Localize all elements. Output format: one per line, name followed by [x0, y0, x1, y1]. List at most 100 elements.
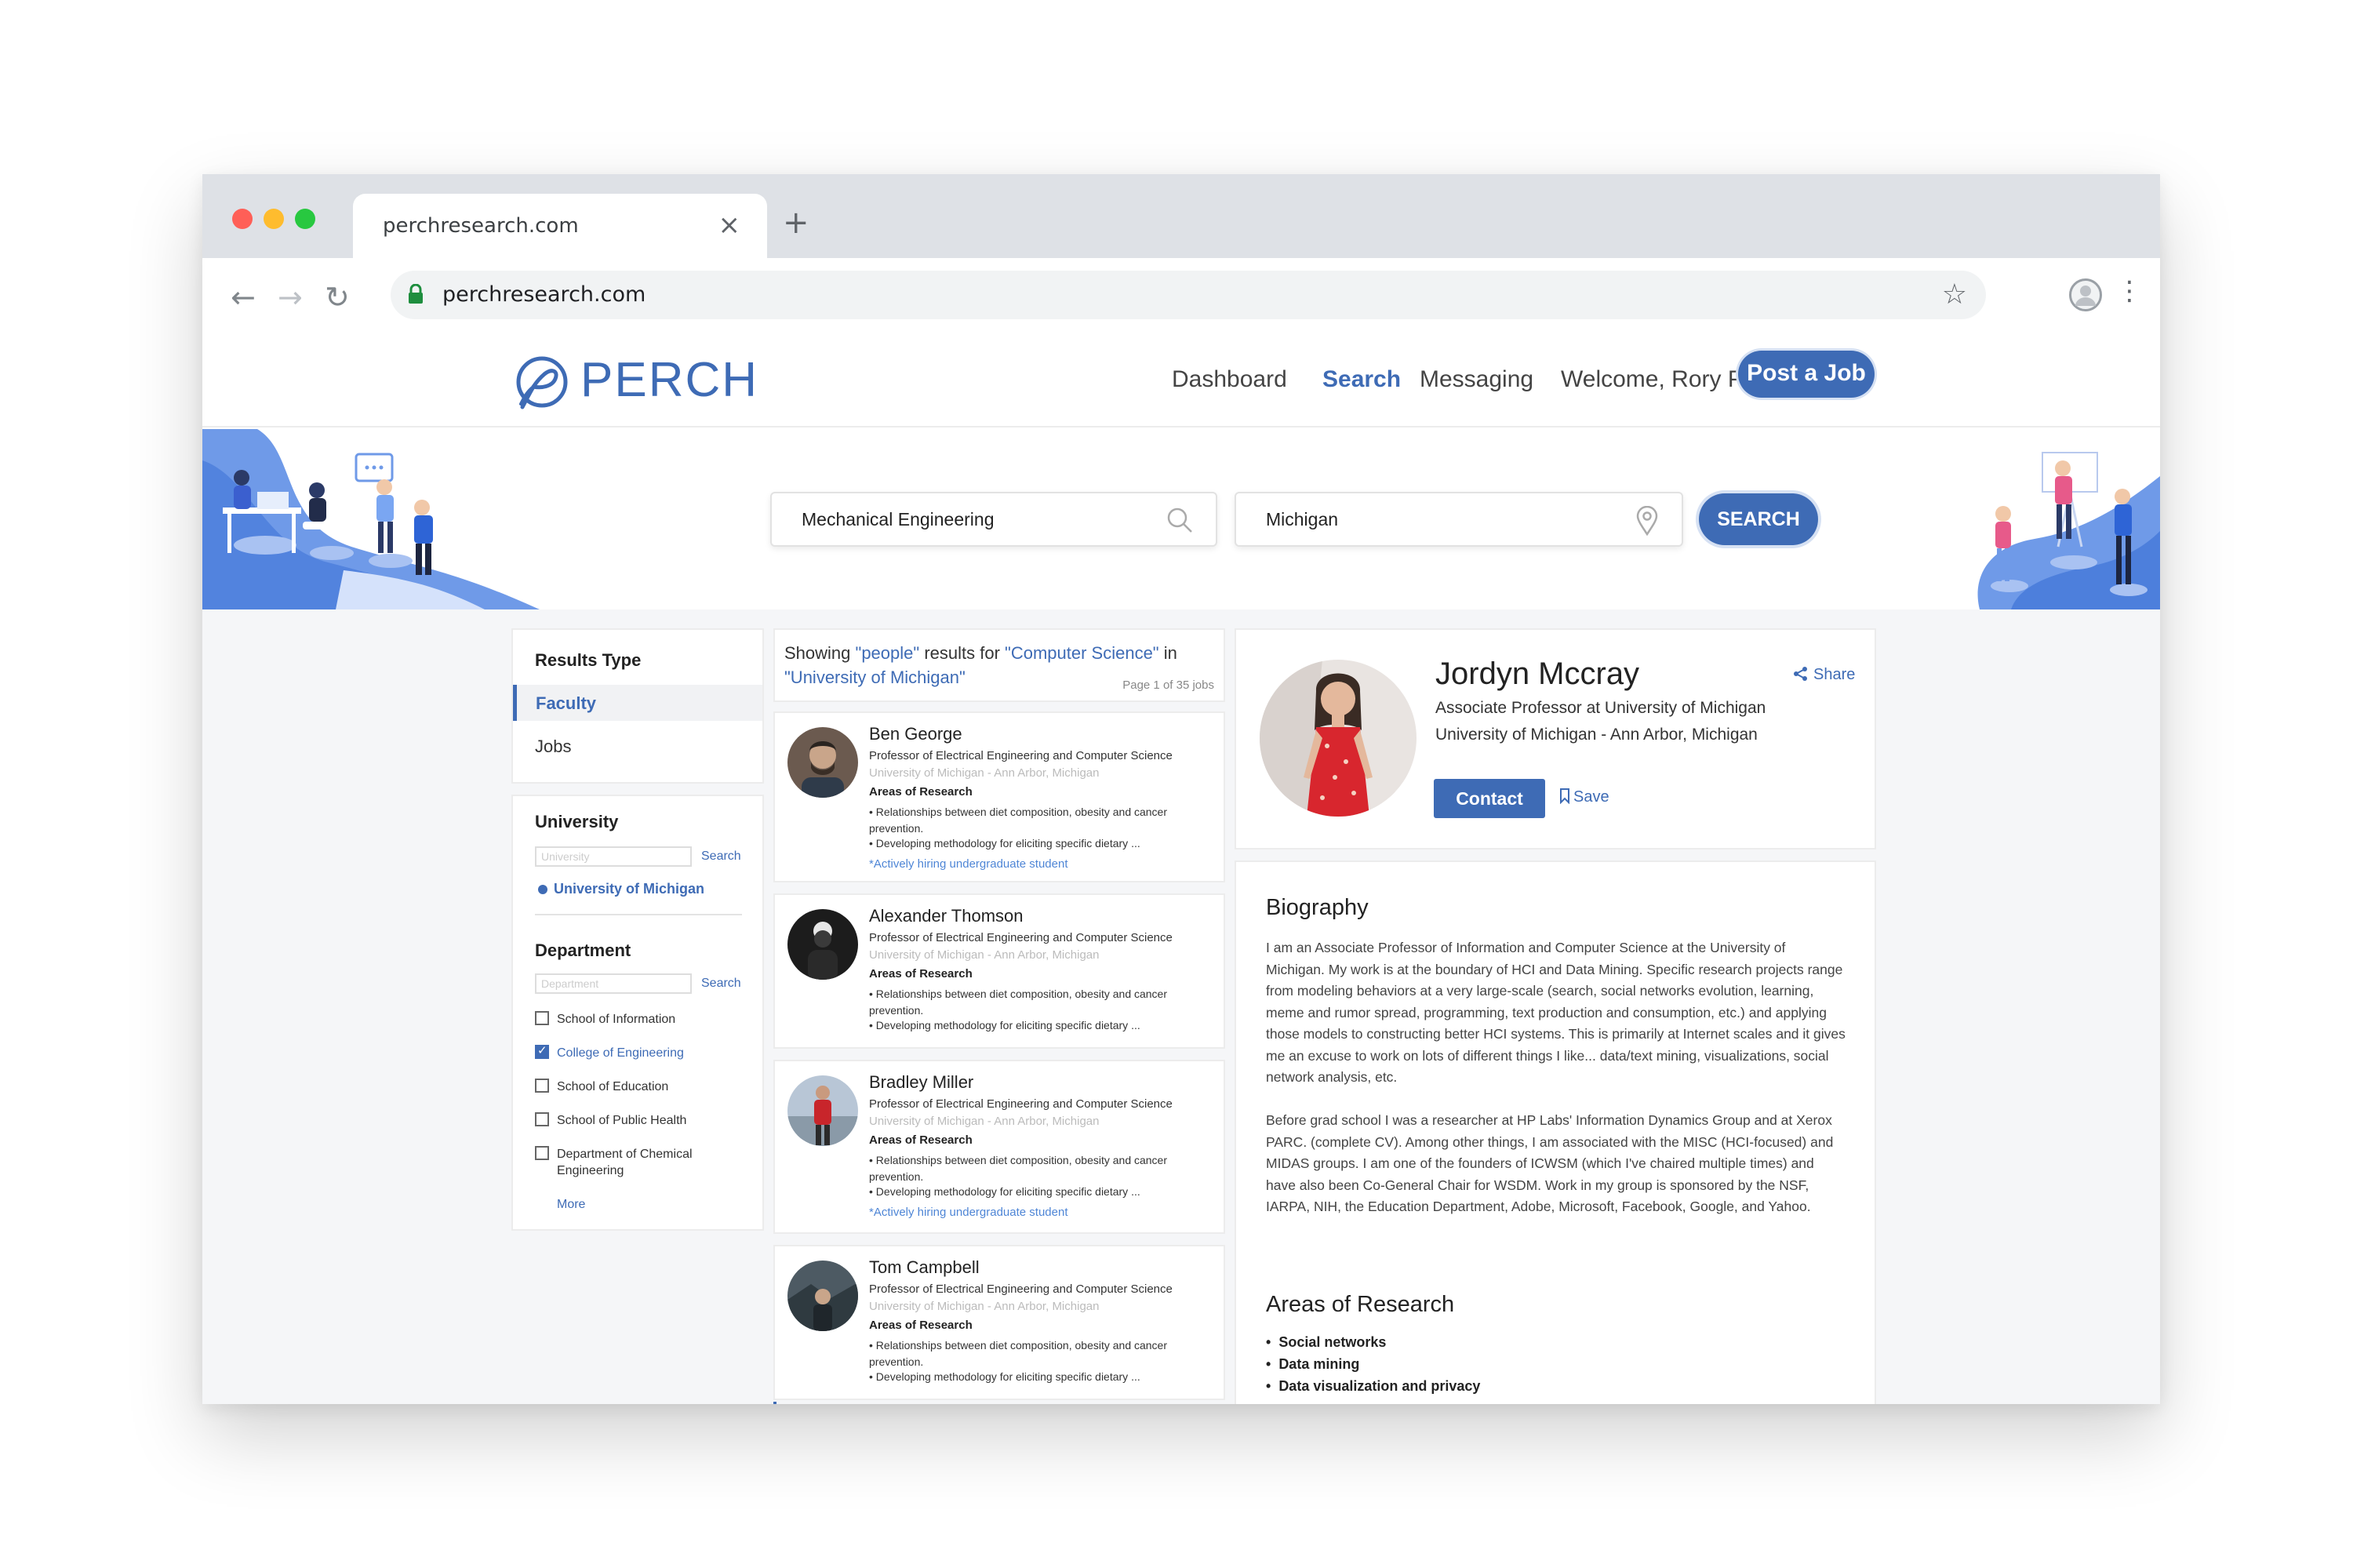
- department-more-link[interactable]: More: [557, 1198, 585, 1212]
- menu-kebab-icon[interactable]: ⋮: [2116, 275, 2143, 307]
- filters-panel: University University Search University …: [511, 795, 764, 1231]
- results-type-term[interactable]: "people": [856, 643, 920, 663]
- avatar: [787, 1075, 858, 1146]
- scroll-indicator: [773, 1402, 776, 1404]
- result-title: Professor of Electrical Engineering and …: [869, 749, 1173, 762]
- nav-dashboard[interactable]: Dashboard: [1172, 366, 1287, 393]
- perch-logo-text[interactable]: PERCH: [580, 352, 758, 408]
- filter-divider: [535, 914, 742, 915]
- maximize-window-button[interactable]: [295, 209, 315, 229]
- location-search-input[interactable]: Michigan: [1235, 492, 1683, 547]
- reload-icon[interactable]: ↻: [325, 282, 350, 313]
- bookmark-icon: [1560, 788, 1569, 805]
- checkbox[interactable]: [535, 1079, 549, 1093]
- profile-biography-card: Biography I am an Associate Professor of…: [1235, 860, 1876, 1404]
- profile-location: University of Michigan - Ann Arbor, Mich…: [1435, 726, 1758, 744]
- result-card[interactable]: Bradley Miller Professor of Electrical E…: [773, 1060, 1225, 1234]
- checkbox[interactable]: [535, 1112, 549, 1126]
- results-type-faculty[interactable]: Faculty: [513, 685, 762, 721]
- result-areas-label: Areas of Research: [869, 1319, 973, 1332]
- result-name[interactable]: Ben George: [869, 724, 962, 744]
- result-bullet: • Relationships between diet composition…: [869, 806, 1168, 835]
- result-bullet: • Relationships between diet composition…: [869, 988, 1168, 1017]
- profile-avatar: [1260, 660, 1417, 817]
- save-button[interactable]: Save: [1559, 788, 1609, 806]
- profile-title: Associate Professor at University of Mic…: [1435, 699, 1766, 717]
- result-card[interactable]: Ben George Professor of Electrical Engin…: [773, 711, 1225, 882]
- share-button[interactable]: Share: [1793, 666, 1855, 684]
- url-text: perchresearch.com: [442, 282, 646, 307]
- result-name[interactable]: Alexander Thomson: [869, 906, 1024, 926]
- department-filter-input[interactable]: Department: [535, 973, 692, 994]
- selected-dot-icon: [538, 885, 547, 894]
- keyword-search-value: Mechanical Engineering: [802, 509, 995, 529]
- results-page-indicator: Page 1 of 35 jobs: [1122, 678, 1214, 692]
- results-prefix: Showing: [784, 643, 856, 663]
- results-summary: Showing "people" results for "Computer S…: [773, 628, 1225, 702]
- results-query-term[interactable]: "Computer Science": [1005, 643, 1159, 663]
- avatar: [787, 1261, 858, 1331]
- results-type-jobs[interactable]: Jobs: [535, 737, 571, 757]
- university-filter-title: University: [535, 812, 619, 831]
- result-location: University of Michigan - Ann Arbor, Mich…: [869, 1300, 1100, 1313]
- checkbox-checked[interactable]: [535, 1043, 549, 1059]
- share-label: Share: [1813, 666, 1856, 683]
- result-bullet: • Developing methodology for eliciting s…: [869, 837, 1140, 849]
- contact-button[interactable]: Contact: [1434, 779, 1545, 818]
- biography-paragraph: I am an Associate Professor of Informati…: [1266, 940, 1846, 1085]
- nav-messaging[interactable]: Messaging: [1420, 366, 1533, 393]
- back-arrow-icon[interactable]: ←: [231, 282, 256, 313]
- university-filter-placeholder: University: [541, 850, 590, 863]
- result-card[interactable]: Alexander Thomson Professor of Electrica…: [773, 893, 1225, 1049]
- result-areas-label: Areas of Research: [869, 785, 973, 799]
- tab-close-icon[interactable]: ×: [718, 209, 741, 241]
- location-pin-icon: [1636, 506, 1658, 536]
- new-tab-button[interactable]: +: [783, 207, 809, 238]
- university-search-link[interactable]: Search: [701, 849, 741, 864]
- post-job-button[interactable]: Post a Job: [1738, 351, 1875, 398]
- result-location: University of Michigan - Ann Arbor, Mich…: [869, 948, 1100, 962]
- profile-avatar-icon[interactable]: [2069, 278, 2102, 311]
- university-filter-input[interactable]: University: [535, 846, 692, 867]
- browser-window: perchresearch.com × + ← → ↻ perchresearc…: [202, 174, 2160, 1404]
- results-type-title: Results Type: [535, 650, 642, 670]
- results-in: in: [1158, 643, 1177, 663]
- close-window-button[interactable]: [232, 209, 253, 229]
- share-icon: [1794, 667, 1807, 681]
- selected-university[interactable]: University of Michigan: [554, 881, 704, 897]
- perch-logo-icon[interactable]: [510, 352, 571, 413]
- bookmark-star-icon[interactable]: ☆: [1942, 278, 1967, 311]
- forward-arrow-icon[interactable]: →: [278, 282, 303, 313]
- team-illustration-right: [1977, 452, 2160, 609]
- areas-heading: Areas of Research: [1266, 1292, 1455, 1317]
- result-name[interactable]: Tom Campbell: [869, 1257, 980, 1278]
- result-card[interactable]: Tom Campbell Professor of Electrical Eng…: [773, 1245, 1225, 1400]
- tab-strip: perchresearch.com × +: [202, 174, 2160, 258]
- result-bullet: • Developing methodology for eliciting s…: [869, 1185, 1140, 1198]
- minimize-window-button[interactable]: [264, 209, 284, 229]
- research-area-item: • Data mining: [1266, 1356, 1360, 1372]
- browser-tab[interactable]: perchresearch.com ×: [353, 194, 767, 258]
- result-name[interactable]: Bradley Miller: [869, 1072, 973, 1093]
- department-option-label: School of Education: [557, 1080, 669, 1093]
- biography-paragraph: Before grad school I was a researcher at…: [1266, 1112, 1834, 1214]
- checkbox[interactable]: [535, 1146, 549, 1160]
- checkbox[interactable]: [535, 1011, 549, 1025]
- address-bar[interactable]: perchresearch.com ☆: [391, 271, 1986, 319]
- department-option-label: College of Engineering: [557, 1046, 684, 1060]
- search-button[interactable]: SEARCH: [1699, 493, 1818, 545]
- lock-icon: [409, 284, 423, 304]
- site-header: PERCH Dashboard Search Messaging Welcome…: [202, 333, 2160, 427]
- department-search-link[interactable]: Search: [701, 977, 741, 991]
- profile-name: Jordyn Mccray: [1435, 657, 1640, 691]
- result-hiring-note[interactable]: *Actively hiring undergraduate student: [869, 1206, 1068, 1219]
- department-filter-title: Department: [535, 940, 631, 960]
- nav-search[interactable]: Search: [1322, 366, 1401, 393]
- keyword-search-input[interactable]: Mechanical Engineering: [770, 492, 1217, 547]
- department-option-label: School of Information: [557, 1013, 676, 1026]
- department-option-label: School of Public Health: [557, 1114, 687, 1127]
- results-place-term[interactable]: "University of Michigan": [784, 668, 966, 687]
- result-hiring-note[interactable]: *Actively hiring undergraduate student: [869, 857, 1068, 871]
- research-area-label: Social networks: [1278, 1334, 1387, 1350]
- welcome-text: Welcome, Rory P...: [1561, 366, 1760, 392]
